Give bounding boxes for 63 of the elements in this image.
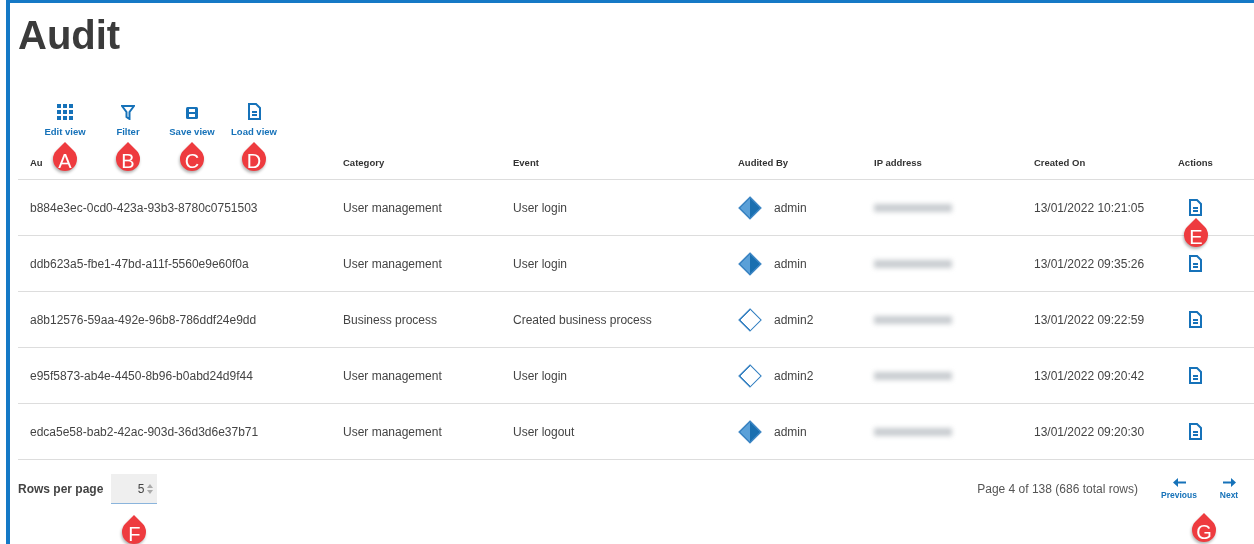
user-name: admin: [774, 256, 807, 271]
view-details-button[interactable]: [1188, 311, 1202, 328]
table-cell-text: User logout: [512, 424, 576, 439]
diamond-avatar-icon: [738, 195, 762, 220]
document-icon: [1188, 367, 1202, 384]
table-cell-text: Created business process: [512, 312, 653, 327]
table-cell-text: 13/01/2022 09:35:26: [1033, 256, 1146, 271]
view-details-button[interactable]: [1188, 423, 1202, 440]
diamond-avatar-icon: [738, 251, 762, 276]
toolbar-button[interactable]: Load view: [226, 103, 282, 137]
table-cell-text: b884e3ec-0cd0-423a-93b3-8780c0751503: [29, 200, 259, 215]
table-cell-text: User login: [512, 256, 569, 271]
toolbar-button[interactable]: Save view: [158, 103, 226, 137]
view-details-button[interactable]: [1188, 255, 1202, 272]
user-name: admin2: [774, 368, 814, 383]
column-header: Event: [513, 157, 539, 168]
page-title: Audit: [17, 12, 122, 59]
document-icon: [1188, 311, 1202, 328]
toolbar-button[interactable]: Edit view: [32, 103, 98, 137]
table-cell-text: 13/01/2022 10:21:05: [1033, 200, 1146, 215]
toolbar-button[interactable]: Filter: [98, 103, 158, 137]
view-details-button[interactable]: [1188, 199, 1202, 216]
table-cell-text: e95f5873-ab4e-4450-8b96-b0abd24d9f44: [29, 368, 254, 383]
grid-icon: [57, 104, 73, 120]
user-name: admin2: [774, 312, 814, 327]
table-cell-text: 13/01/2022 09:20:42: [1033, 368, 1146, 383]
diamond-avatar-icon: [738, 363, 762, 388]
arrow-right-icon: [1222, 478, 1236, 487]
column-header: IP address: [874, 157, 922, 168]
spinner-arrows-icon: [147, 483, 154, 494]
save-icon: [185, 106, 199, 120]
table-cell-text: User login: [512, 200, 569, 215]
table-cell-text: 13/01/2022 09:22:59: [1033, 312, 1146, 327]
rows-per-page-label: Rows per page: [18, 482, 104, 496]
table-cell-text: User management: [342, 424, 443, 439]
table-cell-text: a8b12576-59aa-492e-96b8-786ddf24e9dd: [29, 312, 258, 327]
document-icon: [247, 103, 261, 120]
filter-icon: [121, 104, 135, 120]
table-cell-text: User management: [342, 200, 443, 215]
table-cell-text: Business process: [342, 312, 439, 327]
document-icon: [1188, 199, 1202, 216]
table-cell-text: edca5e58-bab2-42ac-903d-36d3d6e37b71: [29, 424, 260, 439]
view-details-button[interactable]: [1188, 367, 1202, 384]
diamond-avatar-icon: [738, 419, 762, 444]
diamond-avatar-icon: [738, 307, 762, 332]
table-cell-text: User login: [512, 368, 569, 383]
document-icon: [1188, 423, 1202, 440]
column-header: Actions: [1178, 157, 1213, 168]
column-header: Created On: [1034, 157, 1086, 168]
table-cell-text: ddb623a5-fbe1-47bd-a11f-5560e9e60f0a: [29, 256, 250, 271]
column-header: Audited By: [738, 157, 789, 168]
arrow-left-icon: [1172, 478, 1186, 487]
user-name: admin: [774, 200, 807, 215]
next-button[interactable]: Next: [1204, 478, 1254, 500]
column-header: Category: [343, 157, 385, 168]
previous-button[interactable]: Previous: [1154, 478, 1204, 500]
user-name: admin: [774, 424, 807, 439]
table-cell-text: 13/01/2022 09:20:30: [1033, 424, 1146, 439]
column-header: Au: [30, 157, 43, 168]
page-info: Page 4 of 138 (686 total rows): [977, 482, 1138, 496]
table-cell-text: User management: [342, 368, 443, 383]
document-icon: [1188, 255, 1202, 272]
table-cell-text: User management: [342, 256, 443, 271]
